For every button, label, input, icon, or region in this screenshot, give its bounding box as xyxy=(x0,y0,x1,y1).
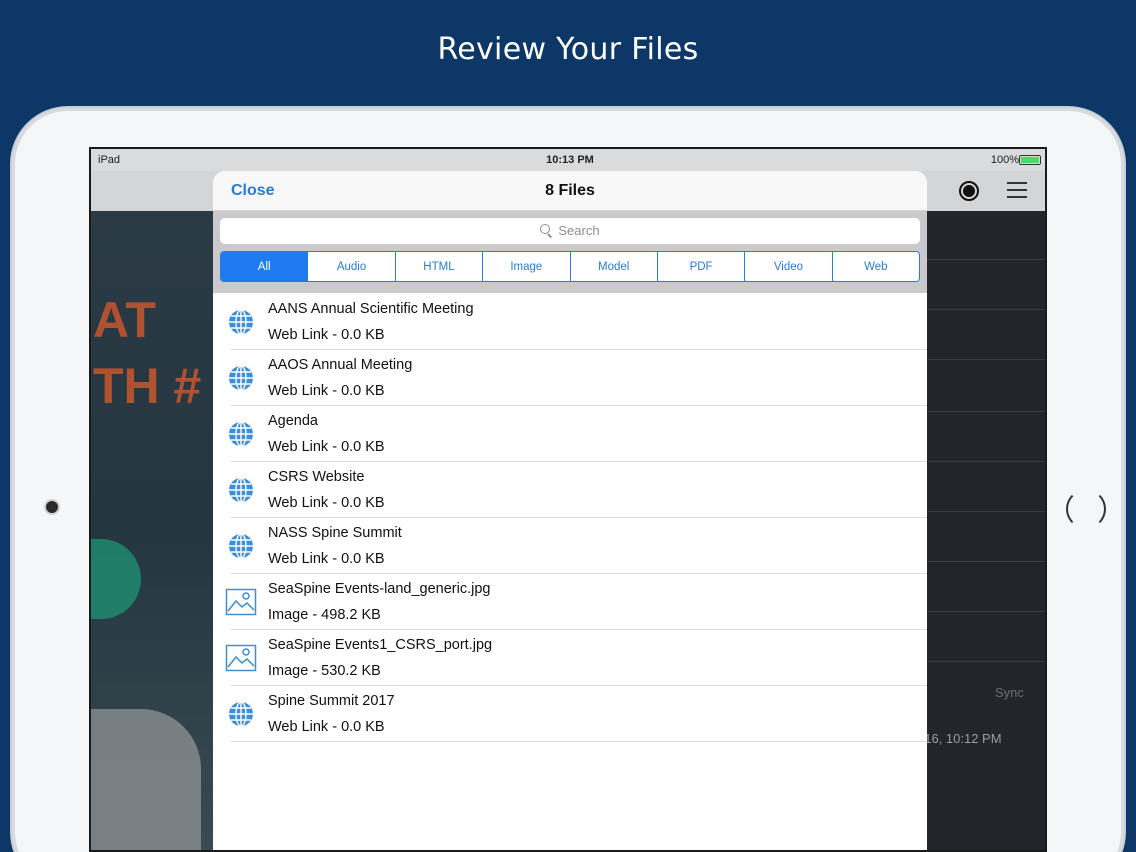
divider xyxy=(927,511,1045,512)
ipad-screen: iPad 10:13 PM 100% AT TH # Sync 016, 10:… xyxy=(89,147,1047,852)
divider xyxy=(927,661,1045,662)
segment-html[interactable]: HTML xyxy=(395,252,484,281)
segment-web[interactable]: Web xyxy=(832,252,919,281)
background-content-right xyxy=(927,211,1045,850)
divider xyxy=(927,359,1045,360)
file-name: AANS Annual Scientific Meeting xyxy=(268,301,474,317)
divider xyxy=(927,259,1045,260)
battery-percent: 100% xyxy=(990,154,1019,166)
globe-icon xyxy=(229,701,253,727)
segment-model[interactable]: Model xyxy=(570,252,658,281)
file-meta: Web Link - 0.0 KB xyxy=(268,383,385,399)
file-name: SeaSpine Events1_CSRS_port.jpg xyxy=(268,637,493,653)
file-meta: Web Link - 0.0 KB xyxy=(268,719,385,735)
globe-icon xyxy=(229,533,253,559)
file-name: NASS Spine Summit xyxy=(268,525,402,541)
file-meta: Image - 498.2 KB xyxy=(268,607,381,623)
segment-all[interactable]: All xyxy=(221,252,309,281)
file-row[interactable]: AANS Annual Scientific Meeting Web Link … xyxy=(213,294,927,350)
divider xyxy=(927,611,1045,612)
record-icon[interactable] xyxy=(959,181,979,201)
file-row[interactable]: Spine Summit 2017 Web Link - 0.0 KB xyxy=(213,686,927,742)
search-area: Search All Audio HTML Image Model PDF Vi… xyxy=(213,211,927,293)
image-icon xyxy=(225,644,257,672)
segment-audio[interactable]: Audio xyxy=(308,252,396,281)
segment-pdf[interactable]: PDF xyxy=(657,252,746,281)
background-graphic xyxy=(91,709,201,850)
file-row[interactable]: CSRS Website Web Link - 0.0 KB xyxy=(213,462,927,518)
page-headline: Review Your Files xyxy=(437,32,699,67)
segment-image[interactable]: Image xyxy=(483,252,571,281)
divider xyxy=(927,561,1045,562)
hamburger-menu-icon[interactable] xyxy=(1007,182,1027,198)
battery-icon xyxy=(1019,155,1041,165)
globe-icon xyxy=(229,477,253,503)
file-name: Spine Summit 2017 xyxy=(268,693,395,709)
image-icon xyxy=(225,588,257,616)
file-meta: Web Link - 0.0 KB xyxy=(268,495,385,511)
file-meta: Image - 530.2 KB xyxy=(268,663,381,679)
search-placeholder: Search xyxy=(558,223,600,238)
search-icon xyxy=(540,224,552,236)
file-name: CSRS Website xyxy=(268,469,365,485)
file-row[interactable]: NASS Spine Summit Web Link - 0.0 KB xyxy=(213,518,927,574)
file-list: AANS Annual Scientific Meeting Web Link … xyxy=(213,294,927,742)
sync-label[interactable]: Sync xyxy=(995,685,1024,700)
file-row[interactable]: Agenda Web Link - 0.0 KB xyxy=(213,406,927,462)
divider xyxy=(927,411,1045,412)
file-row[interactable]: SeaSpine Events1_CSRS_port.jpg Image - 5… xyxy=(213,630,927,686)
file-row[interactable]: AAOS Annual Meeting Web Link - 0.0 KB xyxy=(213,350,927,406)
modal-header: Close 8 Files xyxy=(213,171,927,211)
file-meta: Web Link - 0.0 KB xyxy=(268,551,385,567)
files-modal: Close 8 Files Search All Audio HTML Imag… xyxy=(213,171,927,850)
file-meta: Web Link - 0.0 KB xyxy=(268,327,385,343)
home-button[interactable] xyxy=(1066,489,1106,529)
modal-title: 8 Files xyxy=(545,182,595,199)
divider xyxy=(927,461,1045,462)
globe-icon xyxy=(229,421,253,447)
globe-icon xyxy=(229,365,253,391)
file-name: SeaSpine Events-land_generic.jpg xyxy=(268,581,491,597)
background-text: TH # xyxy=(93,358,202,414)
file-name: Agenda xyxy=(268,413,318,429)
sync-date: 016, 10:12 PM xyxy=(917,731,1002,746)
status-bar: iPad 10:13 PM 100% xyxy=(91,149,1045,171)
background-text: AT xyxy=(93,292,156,348)
search-input[interactable]: Search xyxy=(220,218,920,244)
file-row[interactable]: SeaSpine Events-land_generic.jpg Image -… xyxy=(213,574,927,630)
divider xyxy=(927,309,1045,310)
file-type-filter: All Audio HTML Image Model PDF Video Web xyxy=(220,251,920,282)
globe-icon xyxy=(229,309,253,335)
front-camera xyxy=(46,501,58,513)
file-meta: Web Link - 0.0 KB xyxy=(268,439,385,455)
status-time: 10:13 PM xyxy=(546,154,594,166)
segment-video[interactable]: Video xyxy=(745,252,833,281)
file-name: AAOS Annual Meeting xyxy=(268,357,413,373)
